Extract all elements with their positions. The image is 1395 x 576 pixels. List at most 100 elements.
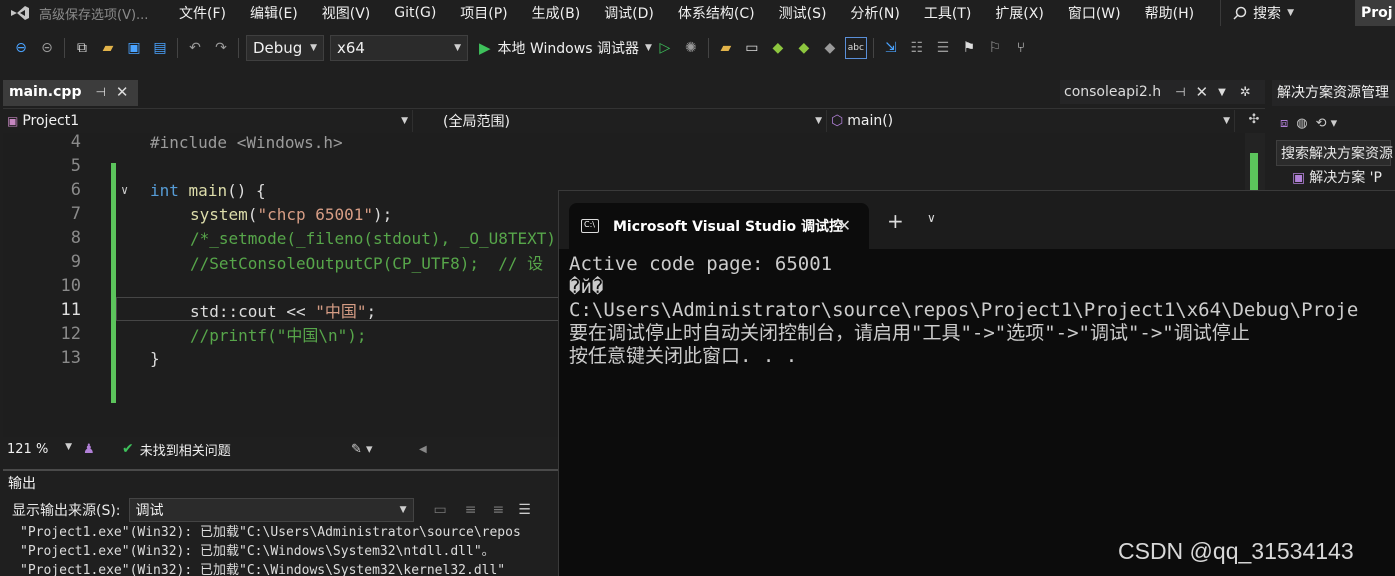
line-number: 8 bbox=[70, 228, 81, 248]
start-debugging-button[interactable]: ▶ 本地 Windows 调试器 ▼ bbox=[479, 38, 652, 58]
toolbar: ⊖ ⊝ ⧉ ▰ ▣ ▤ ↶ ↷ Debug ▼ x64 ▼ ▶ 本地 Windo… bbox=[0, 30, 1395, 66]
issues-label: 未找到相关问题 bbox=[139, 443, 231, 459]
scroll-left-icon[interactable]: ◀ bbox=[419, 444, 427, 455]
menu-edit[interactable]: 编辑(E) bbox=[238, 3, 310, 23]
menu-git[interactable]: Git(G) bbox=[382, 5, 448, 21]
menu-file[interactable]: 文件(F) bbox=[167, 3, 238, 23]
scope-dropdown[interactable]: (全局范围) ▼ bbox=[413, 109, 827, 132]
search-button[interactable]: 搜索 ▼ bbox=[1220, 0, 1306, 26]
bookmark-icon[interactable]: ⚑ bbox=[958, 37, 980, 59]
platform-select[interactable]: x64 ▼ bbox=[330, 35, 468, 61]
line-number: 6 bbox=[70, 180, 81, 200]
chevron-down-icon: ▼ bbox=[815, 115, 822, 126]
editor-tab-strip: main.cpp ⊣ ✕ consoleapi2.h ⊣ ✕ ▼ ✲ bbox=[0, 80, 1265, 106]
console-line: Active code page: 65001 bbox=[569, 253, 833, 275]
project-dropdown[interactable]: ▣ Project1 ▼ bbox=[3, 109, 413, 132]
clear-all-icon[interactable]: ☰ bbox=[518, 502, 531, 518]
history-icon[interactable]: ⟲ ▾ bbox=[1316, 116, 1338, 131]
git-branch-icon[interactable]: ⑂ bbox=[1010, 37, 1032, 59]
issues-indicator[interactable]: ✔ 未找到相关问题 bbox=[122, 440, 231, 459]
project-badge[interactable]: Proj bbox=[1355, 0, 1395, 26]
new-project-icon[interactable]: ⧉ bbox=[71, 37, 93, 59]
split-editor-icon[interactable]: ✣ bbox=[1244, 109, 1264, 131]
line-number: 13 bbox=[60, 348, 81, 368]
hot-reload-icon[interactable]: ✺ bbox=[680, 37, 702, 59]
member-dropdown[interactable]: ⬡ main() ▼ bbox=[827, 109, 1235, 132]
navigate-forward-icon[interactable]: ⊝ bbox=[36, 37, 58, 59]
tab-main-cpp[interactable]: main.cpp ⊣ ✕ bbox=[3, 80, 138, 106]
solution-explorer-toolbar: ⧈ ◍ ⟲ ▾ bbox=[1272, 106, 1395, 140]
cleanup-icon[interactable]: ✎ ▾ bbox=[351, 442, 373, 457]
output-source-value: 调试 bbox=[135, 503, 164, 519]
output-line: "Project1.exe"(Win32): 已加载"C:\Windows\Sy… bbox=[20, 544, 495, 559]
new-tab-icon[interactable]: + bbox=[887, 209, 904, 233]
undo-icon[interactable]: ↶ bbox=[184, 37, 206, 59]
vs-sync-icon[interactable]: ⧈ bbox=[1280, 116, 1288, 131]
play-icon: ▶ bbox=[479, 39, 491, 57]
bookmark-next-icon[interactable]: ◆ bbox=[819, 37, 841, 59]
line-number: 11 bbox=[60, 300, 81, 320]
browse-folder-icon[interactable]: ▰ bbox=[715, 37, 737, 59]
zoom-value: 121 % bbox=[7, 441, 49, 457]
menu-extensions[interactable]: 扩展(X) bbox=[983, 3, 1056, 23]
menu-window[interactable]: 窗口(W) bbox=[1056, 3, 1133, 23]
close-icon[interactable]: ✕ bbox=[116, 83, 129, 101]
console-line: 要在调试停止时自动关闭控制台，请启用"工具"->"选项"->"调试"->"调试停… bbox=[569, 322, 1250, 344]
next-message-icon[interactable]: ≡ bbox=[493, 502, 505, 518]
bookmark-prev-icon[interactable]: ◆ bbox=[793, 37, 815, 59]
menu-debug[interactable]: 调试(D) bbox=[592, 3, 666, 23]
navigate-back-icon[interactable]: ⊖ bbox=[10, 37, 32, 59]
menu-help[interactable]: 帮助(H) bbox=[1133, 3, 1206, 23]
layout-icon[interactable]: ▭ bbox=[741, 37, 763, 59]
debug-console-window[interactable]: C:\ Microsoft Visual Studio 调试控 ✕ + ∨ Ac… bbox=[558, 190, 1395, 576]
chevron-down-icon[interactable]: ▼ bbox=[1218, 87, 1226, 98]
solution-root-item[interactable]: ▣ 解决方案 'P bbox=[1272, 166, 1395, 190]
bookmark-green-icon[interactable]: ◆ bbox=[767, 37, 789, 59]
open-folder-icon[interactable]: ▰ bbox=[97, 37, 119, 59]
step-icon[interactable]: ⇲ bbox=[880, 37, 902, 59]
menu-build[interactable]: 生成(B) bbox=[520, 3, 593, 23]
solution-icon: ▣ bbox=[1292, 170, 1306, 186]
console-tab[interactable]: C:\ Microsoft Visual Studio 调试控 ✕ bbox=[569, 203, 869, 249]
solution-explorer-search[interactable]: 搜索解决方案资源 bbox=[1276, 140, 1393, 166]
menu-tools[interactable]: 工具(T) bbox=[912, 3, 983, 23]
toolbar-separator bbox=[238, 38, 239, 58]
menu-architecture[interactable]: 体系结构(C) bbox=[666, 3, 767, 23]
prev-message-icon[interactable]: ≡ bbox=[465, 502, 477, 518]
function-icon: ⬡ bbox=[831, 112, 844, 129]
pin-icon[interactable]: ⊣ bbox=[95, 85, 105, 99]
tab-consoleapi2[interactable]: consoleapi2.h ⊣ ✕ ▼ ✲ bbox=[1060, 80, 1265, 104]
output-source-row: 显示输出来源(S): 调试 ▼ ▭ ≡ ≡ ☰ bbox=[3, 497, 560, 523]
chevron-down-icon[interactable]: ∨ bbox=[927, 211, 936, 225]
uncomment-icon[interactable]: ☰ bbox=[932, 37, 954, 59]
copilot-icon[interactable]: ♟ bbox=[83, 442, 95, 457]
code-text: #include <Windows.h> bbox=[150, 133, 343, 152]
find-message-icon[interactable]: ▭ bbox=[434, 502, 447, 518]
menu-analyze[interactable]: 分析(N) bbox=[838, 3, 911, 23]
output-title: 输出 bbox=[8, 476, 36, 492]
globe-icon[interactable]: ◍ bbox=[1296, 116, 1307, 131]
zoom-select[interactable]: 121 % ▼ bbox=[3, 442, 78, 457]
menu-view[interactable]: 视图(V) bbox=[310, 3, 383, 23]
pin-icon[interactable]: ⊣ bbox=[1175, 85, 1185, 99]
output-source-select[interactable]: 调试 ▼ bbox=[128, 498, 414, 522]
member-value: main() bbox=[847, 112, 894, 129]
start-without-debugging-icon[interactable]: ▷ bbox=[654, 37, 676, 59]
close-icon[interactable]: ✕ bbox=[838, 216, 851, 235]
redo-icon[interactable]: ↷ bbox=[210, 37, 232, 59]
chevron-down-icon: ▼ bbox=[310, 43, 317, 53]
scrollbar-thumb[interactable] bbox=[1250, 153, 1258, 193]
save-icon[interactable]: ▣ bbox=[123, 37, 145, 59]
console-line: �й� bbox=[569, 276, 604, 298]
bookmark-clear-icon[interactable]: ⚐ bbox=[984, 37, 1006, 59]
close-icon[interactable]: ✕ bbox=[1196, 83, 1209, 101]
gear-icon[interactable]: ✲ bbox=[1240, 85, 1251, 100]
menu-project[interactable]: 项目(P) bbox=[448, 3, 519, 23]
save-all-icon[interactable]: ▤ bbox=[149, 37, 171, 59]
spell-check-icon[interactable]: abc bbox=[844, 37, 867, 59]
menu-test[interactable]: 测试(S) bbox=[767, 3, 839, 23]
comment-icon[interactable]: ☷ bbox=[906, 37, 928, 59]
collapse-icon[interactable]: ∨ bbox=[121, 183, 128, 197]
solution-config-select[interactable]: Debug ▼ bbox=[246, 35, 324, 61]
watermark: CSDN @qq_31534143 bbox=[1118, 538, 1354, 564]
